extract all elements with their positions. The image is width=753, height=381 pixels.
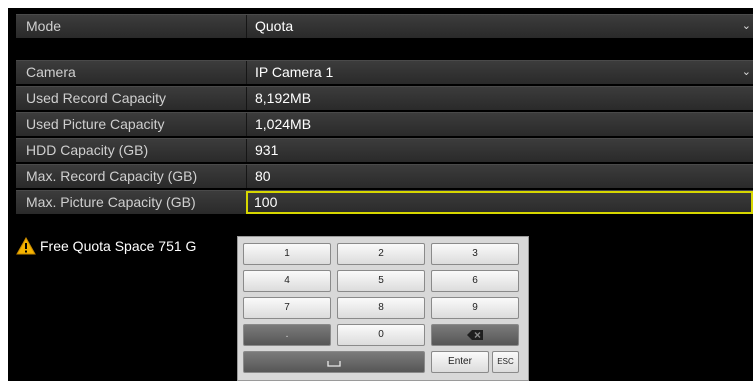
max-picture-capacity-input[interactable]: 100 <box>246 191 753 214</box>
used-picture-capacity-value-box: 1,024MB <box>246 113 753 136</box>
warning-icon <box>16 237 36 255</box>
used-picture-capacity-label: Used Picture Capacity <box>26 116 165 132</box>
used-record-capacity-value-box: 8,192MB <box>246 87 753 110</box>
space-key[interactable] <box>243 351 425 373</box>
used-record-capacity-value: 8,192MB <box>255 90 312 106</box>
key-8[interactable]: 8 <box>337 297 425 319</box>
camera-dropdown[interactable]: IP Camera 1 ⌄ <box>246 61 753 84</box>
key-dot[interactable]: . <box>243 324 331 346</box>
chevron-down-icon[interactable]: ⌄ <box>742 15 751 38</box>
hdd-capacity-label: HDD Capacity (GB) <box>26 142 149 158</box>
camera-value: IP Camera 1 <box>255 64 334 80</box>
chevron-down-icon[interactable]: ⌄ <box>742 61 751 84</box>
max-picture-capacity-value: 100 <box>254 194 278 210</box>
enter-key[interactable]: Enter <box>431 351 489 373</box>
esc-key[interactable]: ESC <box>492 351 519 373</box>
used-record-capacity-label: Used Record Capacity <box>26 90 167 106</box>
camera-row: Camera IP Camera 1 ⌄ <box>16 60 753 84</box>
mode-value: Quota <box>255 18 294 34</box>
key-9[interactable]: 9 <box>431 297 519 319</box>
hdd-capacity-row: HDD Capacity (GB) 931 <box>16 138 753 162</box>
quota-warning-text: Free Quota Space 751 G <box>40 238 197 254</box>
max-record-capacity-value: 80 <box>255 168 271 184</box>
backspace-key[interactable] <box>431 324 519 346</box>
mode-dropdown[interactable]: Quota ⌄ <box>246 15 753 38</box>
max-record-capacity-row: Max. Record Capacity (GB) 80 <box>16 164 753 188</box>
hdd-capacity-value: 931 <box>255 142 279 158</box>
key-6[interactable]: 6 <box>431 270 519 292</box>
used-picture-capacity-value: 1,024MB <box>255 116 312 132</box>
key-1[interactable]: 1 <box>243 243 331 265</box>
mode-label: Mode <box>26 18 62 34</box>
key-3[interactable]: 3 <box>431 243 519 265</box>
max-record-capacity-input[interactable]: 80 <box>246 165 753 188</box>
max-picture-capacity-label: Max. Picture Capacity (GB) <box>26 194 196 210</box>
used-picture-capacity-row: Used Picture Capacity 1,024MB <box>16 112 753 136</box>
space-icon <box>327 361 341 367</box>
used-record-capacity-row: Used Record Capacity 8,192MB <box>16 86 753 110</box>
backspace-icon <box>467 330 483 340</box>
key-2[interactable]: 2 <box>337 243 425 265</box>
numeric-keypad: 1 2 3 4 5 6 7 8 9 . 0 Enter ESC <box>237 236 529 381</box>
key-0[interactable]: 0 <box>337 324 425 346</box>
mode-row: Mode Quota ⌄ <box>16 14 753 38</box>
camera-label: Camera <box>26 64 76 80</box>
max-record-capacity-label: Max. Record Capacity (GB) <box>26 168 198 184</box>
key-7[interactable]: 7 <box>243 297 331 319</box>
key-4[interactable]: 4 <box>243 270 331 292</box>
hdd-capacity-value-box: 931 <box>246 139 753 162</box>
max-picture-capacity-row: Max. Picture Capacity (GB) 100 <box>16 190 753 214</box>
key-5[interactable]: 5 <box>337 270 425 292</box>
